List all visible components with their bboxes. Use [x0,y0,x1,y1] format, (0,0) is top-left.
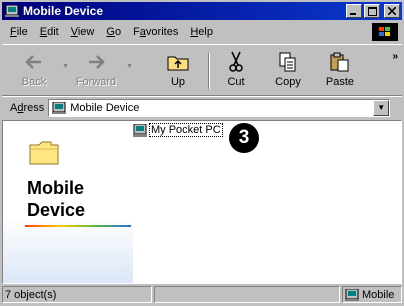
menu-go-accel: G [106,26,115,38]
address-field[interactable]: Mobile Device ▼ [48,98,391,117]
up-label: Up [170,76,186,88]
back-dropdown-icon[interactable]: ▼ [62,63,69,70]
web-view-pane: Mobile Device [3,121,133,283]
menu-file-accel: F [10,26,17,38]
pane-title-line-1: Mobile [27,178,84,198]
paste-button[interactable]: Paste [316,49,364,93]
address-dropdown-button[interactable]: ▼ [373,99,390,116]
status-location-label: Mobile [362,288,395,301]
list-item[interactable]: My Pocket PC [133,123,223,137]
chevron-down-icon: ▼ [377,103,386,112]
pocket-pc-icon [133,123,147,137]
window-title: Mobile Device [23,4,104,18]
mobile-device-icon [5,4,19,17]
toolbar: Back ▼ Forward ▼ Up Cut Copy Paste » [2,44,402,96]
forward-dropdown-icon[interactable]: ▼ [126,63,133,70]
step-number-badge: 3 [229,123,259,153]
forward-arrow-icon [89,55,105,69]
windows-logo-icon [372,23,398,41]
status-bar: 7 object(s) Mobile [2,286,402,304]
copy-button[interactable]: Copy [264,49,312,93]
mobile-device-icon [52,101,67,114]
address-bar: Adress Mobile Device ▼ [2,96,402,118]
mobile-device-icon [345,288,359,301]
toolbar-separator [208,53,210,89]
status-location: Mobile [342,286,402,303]
minimize-button[interactable] [346,4,362,18]
menu-go[interactable]: Go [106,26,121,38]
menu-help[interactable]: Help [190,26,213,38]
maximize-button[interactable] [364,4,380,18]
copy-label: Copy [275,76,301,88]
close-icon [388,7,396,15]
scissors-icon [229,51,243,72]
menu-bar: File Edit View Go Favorites Help [2,22,402,42]
pane-title: Mobile Device [27,177,85,221]
paste-label: Paste [325,76,355,88]
folder-view: Mobile Device My Pocket PC 3 [2,120,402,284]
up-folder-icon [167,56,189,71]
back-button[interactable]: Back [10,49,58,93]
menu-favorites-label: vorites [145,26,179,38]
menu-view[interactable]: View [71,26,95,38]
minimize-icon [350,13,356,15]
explorer-window: Mobile Device File Edit View Go Favorite… [0,0,404,306]
menu-file-label: ile [16,26,28,38]
forward-label: Forward [75,76,117,88]
back-label: Back [21,76,47,88]
menu-view-accel: V [70,26,78,38]
address-label-text: ress [23,101,45,114]
status-empty-panel [154,286,340,303]
menu-file[interactable]: File [10,26,28,38]
menu-go-label: o [114,26,122,38]
folder-icon [29,139,59,168]
pane-title-line-2: Device [27,200,86,220]
status-object-count: 7 object(s) [2,286,152,303]
cut-label: Cut [227,76,245,88]
toolbar-more-chevron-icon[interactable]: » [392,51,398,62]
paste-icon [330,52,349,72]
menu-favorites[interactable]: Favorites [133,26,178,38]
menu-view-label: iew [77,26,95,38]
menu-help-label: elp [198,26,213,38]
address-value: Mobile Device [70,101,140,114]
maximize-icon [367,6,377,16]
menu-edit-label: dit [47,26,59,38]
address-label: Adress [10,102,44,114]
up-button[interactable]: Up [154,49,202,93]
menu-edit-accel: E [39,26,48,38]
title-bar[interactable]: Mobile Device [2,2,402,20]
copy-icon [279,52,296,72]
back-arrow-icon [25,55,41,69]
cut-button[interactable]: Cut [212,49,260,93]
list-item-label: My Pocket PC [149,123,223,137]
pane-divider [25,225,131,227]
forward-button[interactable]: Forward [72,49,120,93]
menu-edit[interactable]: Edit [40,26,59,38]
menu-favorites-prefix: F [133,26,140,38]
close-button[interactable] [384,4,400,18]
